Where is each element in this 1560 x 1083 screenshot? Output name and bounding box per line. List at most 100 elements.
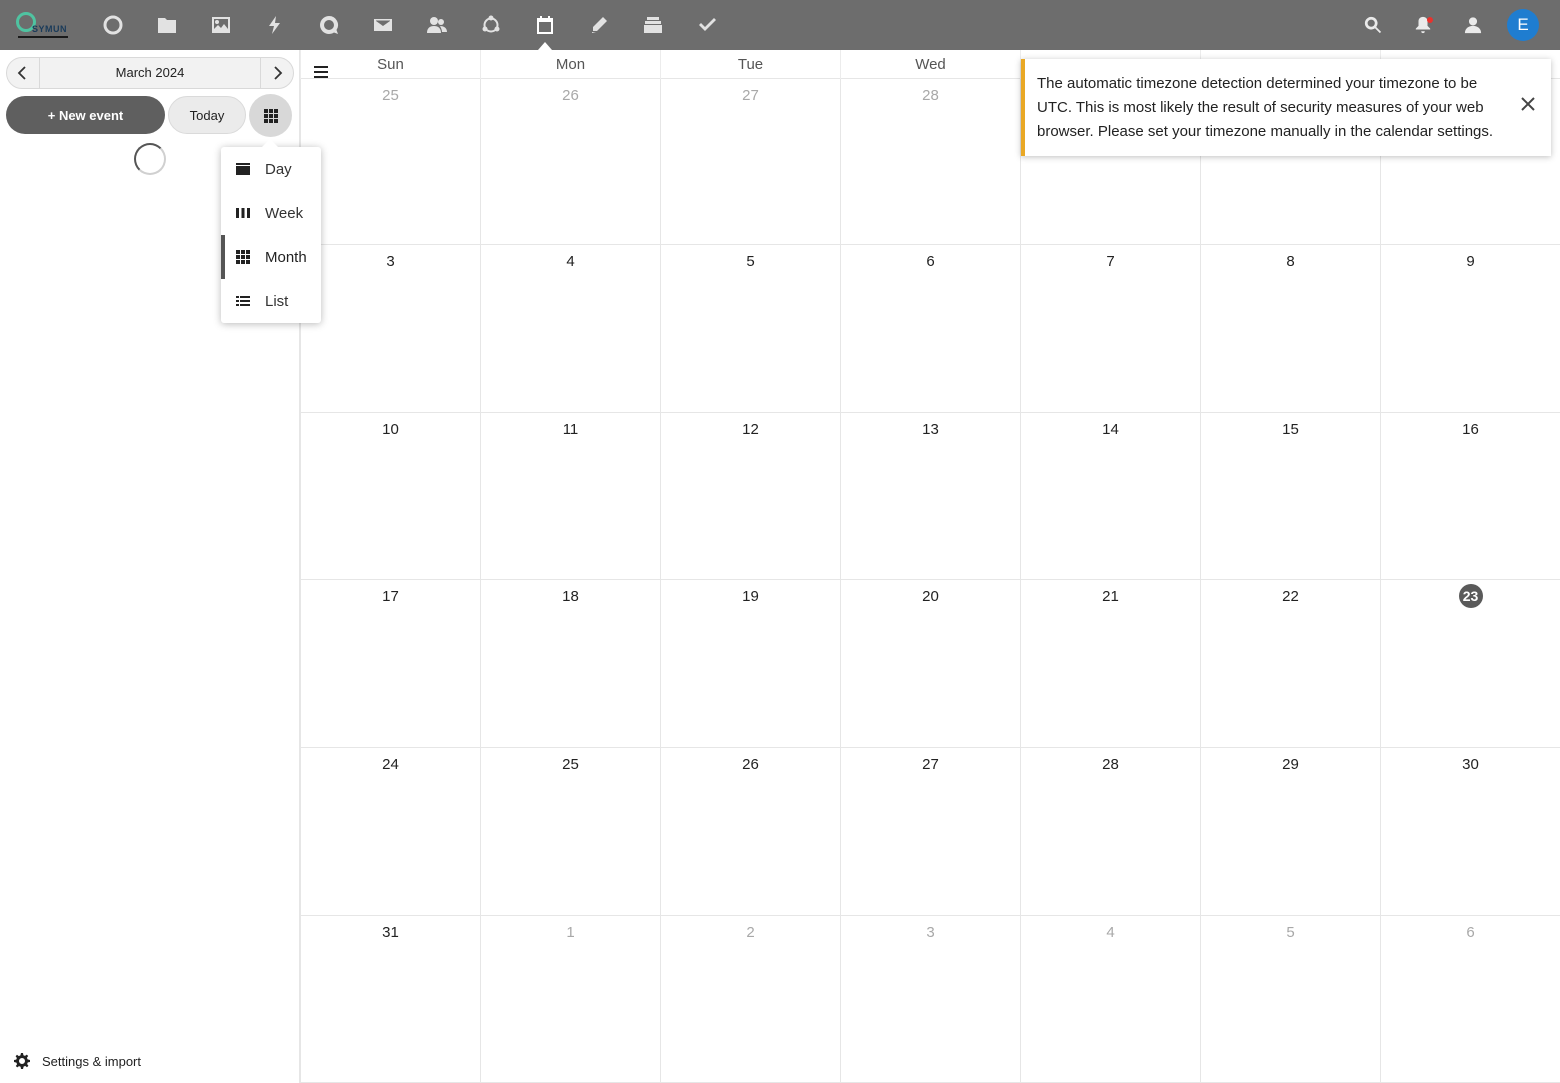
calendar-icon[interactable] [529,9,561,41]
day-number[interactable]: 30 [1381,756,1560,773]
day-cell[interactable]: 31 [300,916,480,1083]
day-cell[interactable]: 30 [1380,748,1560,916]
day-number[interactable]: 27 [661,87,840,104]
day-cell[interactable]: 24 [300,748,480,916]
view-menu-item-month[interactable]: Month [221,235,321,279]
day-number[interactable]: 10 [301,421,480,438]
day-cell[interactable]: 7 [1020,245,1200,413]
day-cell[interactable]: 18 [480,580,660,748]
search-icon[interactable] [1361,13,1385,37]
day-number[interactable]: 3 [301,253,480,270]
contacts-menu-icon[interactable] [1461,13,1485,37]
day-cell[interactable]: 28 [840,79,1020,245]
day-cell[interactable]: 8 [1200,245,1380,413]
day-number[interactable]: 14 [1021,421,1200,438]
day-cell[interactable]: 22 [1200,580,1380,748]
day-cell-today[interactable]: 23 [1380,580,1560,748]
photos-icon[interactable] [205,9,237,41]
day-number[interactable]: 26 [661,756,840,773]
day-number[interactable]: 9 [1381,253,1560,270]
day-cell[interactable]: 3 [300,245,480,413]
view-menu-item-list[interactable]: List [221,279,321,323]
day-number[interactable]: 5 [661,253,840,270]
day-cell[interactable]: 20 [840,580,1020,748]
day-number[interactable]: 31 [301,924,480,941]
day-number[interactable]: 17 [301,588,480,605]
notifications-icon[interactable] [1411,13,1435,37]
day-number[interactable]: 28 [841,87,1020,104]
day-cell[interactable]: 12 [660,413,840,580]
day-number[interactable]: 11 [481,421,660,438]
view-menu-item-day[interactable]: Day [221,147,321,191]
day-number[interactable]: 21 [1021,588,1200,605]
day-cell[interactable]: 16 [1380,413,1560,580]
day-cell[interactable]: 2 [660,916,840,1083]
day-cell[interactable]: 29 [1200,748,1380,916]
deck-icon[interactable] [637,9,669,41]
circles-icon[interactable] [475,9,507,41]
day-cell[interactable]: 17 [300,580,480,748]
day-number[interactable]: 28 [1021,756,1200,773]
day-cell[interactable]: 4 [480,245,660,413]
today-button[interactable]: Today [168,96,246,134]
day-number[interactable]: 7 [1021,253,1200,270]
day-number[interactable]: 13 [841,421,1020,438]
files-icon[interactable] [151,9,183,41]
day-cell[interactable]: 27 [840,748,1020,916]
day-number[interactable]: 2 [661,924,840,941]
day-number[interactable]: 20 [841,588,1020,605]
day-cell[interactable]: 3 [840,916,1020,1083]
user-avatar[interactable]: E [1507,9,1539,41]
view-menu-item-week[interactable]: Week [221,191,321,235]
day-cell[interactable]: 25 [480,748,660,916]
day-number[interactable]: 25 [301,87,480,104]
day-number[interactable]: 4 [1021,924,1200,941]
day-number[interactable]: 25 [481,756,660,773]
day-number[interactable]: 15 [1201,421,1380,438]
day-cell[interactable]: 26 [660,748,840,916]
settings-import-button[interactable]: Settings & import [14,1051,141,1071]
menu-toggle-icon[interactable] [314,66,328,78]
notes-icon[interactable] [583,9,615,41]
talk-icon[interactable] [313,9,345,41]
day-cell[interactable]: 10 [300,413,480,580]
day-number[interactable]: 4 [481,253,660,270]
day-cell[interactable]: 6 [1380,916,1560,1083]
day-cell[interactable]: 14 [1020,413,1200,580]
day-cell[interactable]: 6 [840,245,1020,413]
day-cell[interactable]: 5 [1200,916,1380,1083]
previous-month-button[interactable] [7,58,40,88]
day-cell[interactable]: 11 [480,413,660,580]
toast-close-button[interactable] [1521,97,1537,113]
day-number[interactable]: 6 [1381,924,1560,941]
day-number[interactable]: 5 [1201,924,1380,941]
day-number[interactable]: 12 [661,421,840,438]
day-cell[interactable]: 27 [660,79,840,245]
day-cell[interactable]: 26 [480,79,660,245]
day-cell[interactable]: 4 [1020,916,1200,1083]
new-event-button[interactable]: + New event [6,96,165,134]
day-number[interactable]: 22 [1201,588,1380,605]
day-cell[interactable]: 9 [1380,245,1560,413]
day-number[interactable]: 16 [1381,421,1560,438]
day-number[interactable]: 27 [841,756,1020,773]
logo[interactable]: SYMUN [14,10,70,40]
day-number[interactable]: 6 [841,253,1020,270]
day-cell[interactable]: 25 [300,79,480,245]
day-cell[interactable]: 1 [480,916,660,1083]
day-cell[interactable]: 15 [1200,413,1380,580]
current-month-label[interactable]: March 2024 [41,58,259,88]
day-cell[interactable]: 19 [660,580,840,748]
day-cell[interactable]: 28 [1020,748,1200,916]
mail-icon[interactable] [367,9,399,41]
next-month-button[interactable] [260,58,293,88]
day-cell[interactable]: 21 [1020,580,1200,748]
day-number[interactable]: 23 [1381,584,1560,608]
tasks-icon[interactable] [691,9,723,41]
day-number[interactable]: 3 [841,924,1020,941]
activity-icon[interactable] [259,9,291,41]
day-number[interactable]: 29 [1201,756,1380,773]
view-switcher-button[interactable] [249,94,292,137]
day-number[interactable]: 24 [301,756,480,773]
day-number[interactable]: 19 [661,588,840,605]
